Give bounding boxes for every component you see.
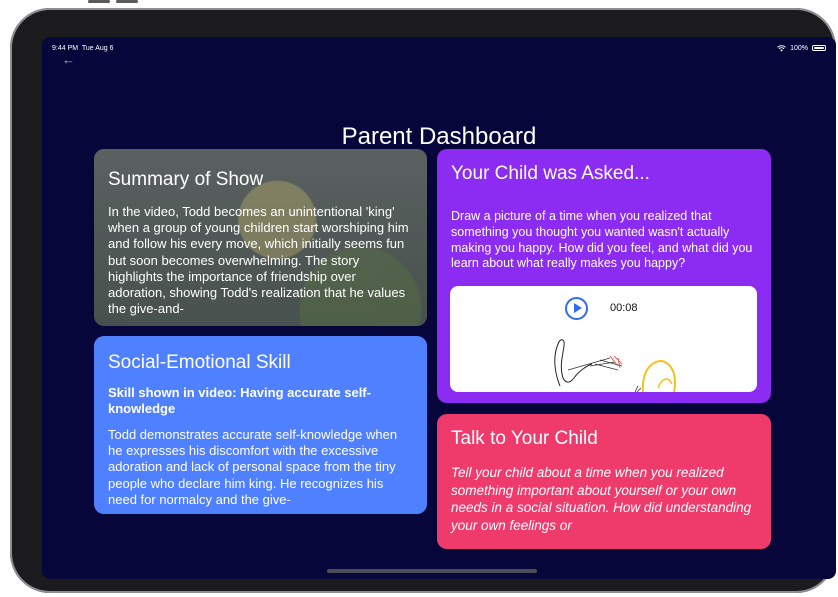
playback-time: 00:08: [610, 302, 638, 314]
ipad-frame: 9:44 PM Tue Aug 6 100% ← Parent Dashboar…: [10, 8, 836, 593]
talk-to-child-card[interactable]: Talk to Your Child Tell your child about…: [437, 414, 771, 549]
social-skill-text: Todd demonstrates accurate self-knowledg…: [108, 427, 398, 507]
child-asked-card[interactable]: Your Child was Asked... Draw a picture o…: [437, 149, 771, 403]
play-icon[interactable]: [565, 297, 588, 320]
talk-to-child-text: Tell your child about a time when you re…: [451, 465, 752, 533]
social-skill-subtitle: Skill shown in video: Having accurate se…: [108, 385, 371, 416]
child-asked-title: Your Child was Asked...: [451, 163, 650, 184]
summary-title: Summary of Show: [108, 169, 264, 190]
drawing-playback-card[interactable]: 00:08: [450, 286, 757, 392]
volume-button: [88, 0, 110, 3]
battery-icon: [812, 45, 826, 51]
child-asked-text: Draw a picture of a time when you realiz…: [451, 209, 753, 271]
child-drawing: [554, 339, 677, 392]
wifi-icon: [777, 44, 786, 51]
status-right: 100%: [777, 45, 826, 52]
social-skill-card[interactable]: Social-Emotional Skill Skill shown in vi…: [94, 336, 427, 514]
battery-percent: 100%: [790, 44, 808, 52]
summary-text: In the video, Todd becomes an unintentio…: [108, 204, 409, 317]
status-time: 9:44 PM: [52, 44, 79, 52]
status-bar: 9:44 PM Tue Aug 6 100%: [52, 42, 826, 54]
summary-card[interactable]: Summary of Show In the video, Todd becom…: [94, 149, 427, 326]
volume-button-2: [116, 0, 138, 3]
status-date: Tue Aug 6: [81, 44, 114, 52]
back-arrow-icon[interactable]: ←: [62, 52, 75, 67]
home-indicator[interactable]: [327, 569, 537, 573]
status-left: 9:44 PM Tue Aug 6: [52, 45, 114, 52]
talk-to-child-title: Talk to Your Child: [451, 428, 598, 449]
app-screen: 9:44 PM Tue Aug 6 100% ← Parent Dashboar…: [42, 37, 836, 579]
social-skill-title: Social-Emotional Skill: [108, 352, 291, 373]
page-title: Parent Dashboard: [341, 123, 537, 151]
